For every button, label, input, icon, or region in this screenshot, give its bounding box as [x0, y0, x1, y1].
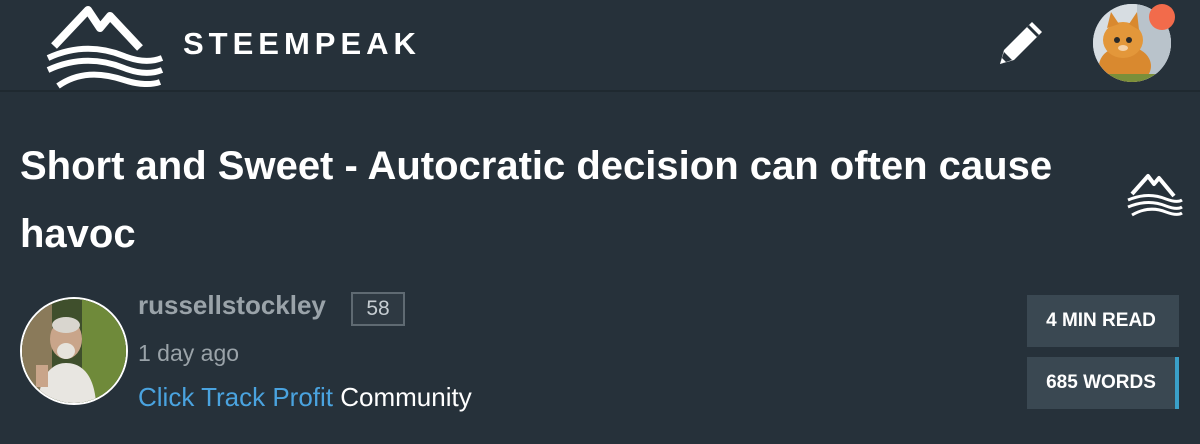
brand-name[interactable]: STEEMPEAK — [183, 26, 421, 62]
notification-badge[interactable] — [1149, 4, 1175, 30]
post-timestamp: 1 day ago — [138, 340, 240, 366]
community-suffix: Community — [333, 382, 472, 412]
community-link[interactable]: Click Track Profit — [138, 382, 333, 412]
pencil-icon[interactable] — [992, 14, 1050, 72]
post-title: Short and Sweet - Autocratic decision ca… — [20, 144, 1053, 256]
top-navigation-bar: STEEMPEAK — [0, 0, 1200, 92]
reputation-badge: 58 — [351, 292, 405, 326]
community-line: Click Track Profit Community — [138, 382, 472, 413]
steempeak-mountain-icon — [1127, 174, 1183, 217]
profile-menu[interactable] — [1093, 4, 1175, 82]
word-count-badge: 685 WORDS — [1027, 357, 1179, 409]
author-avatar[interactable] — [20, 297, 128, 405]
author-name[interactable]: russellstockley — [138, 290, 326, 321]
steempeak-logo-icon[interactable] — [44, 2, 164, 90]
author-photo — [22, 299, 126, 403]
read-time-badge: 4 MIN READ — [1027, 295, 1179, 347]
